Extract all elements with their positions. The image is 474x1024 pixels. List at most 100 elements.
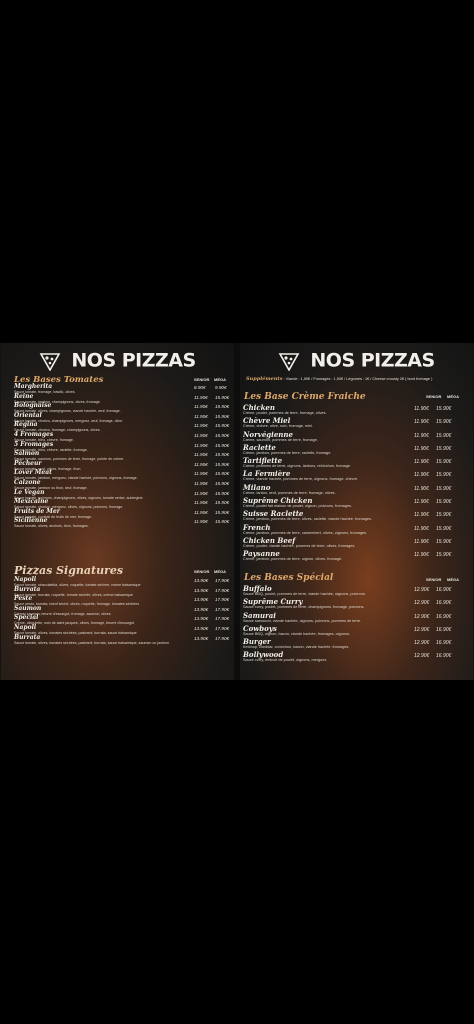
item-name: Raclette bbox=[243, 442, 276, 452]
price-senior: 11.90€ bbox=[414, 445, 429, 452]
title-text: NOS PIZZAS bbox=[310, 349, 435, 372]
price-senior: 11.90€ bbox=[194, 452, 208, 458]
menu-page-left: NOS PIZZAS Les Bases Tomates SENIOR MÉGA… bbox=[1, 343, 234, 680]
price-senior: 11.90€ bbox=[194, 500, 208, 506]
price-senior: 11.90€ bbox=[414, 512, 429, 519]
price-mega: 15.90€ bbox=[215, 471, 230, 477]
price-senior: 11.90€ bbox=[414, 472, 429, 479]
menu-item: Saumon Crème, saumon, beurre d'escargot, … bbox=[14, 605, 230, 616]
item-description: Crème, poulet, pommes de terre, fromage,… bbox=[243, 411, 327, 415]
price-mega: 16.90€ bbox=[436, 626, 452, 633]
item-name: Suisse Raclette bbox=[243, 509, 304, 519]
price-mega: 15.90€ bbox=[215, 452, 230, 458]
menu-item: Spécial Crème, ciboulette, noix de saint … bbox=[14, 615, 230, 626]
price-mega: 15.90€ bbox=[215, 413, 230, 419]
price-mega: 17.90€ bbox=[215, 635, 230, 641]
price-mega: 15.90€ bbox=[436, 419, 452, 426]
price-senior: 11.90€ bbox=[414, 432, 429, 439]
column-header: SENIOR bbox=[426, 577, 442, 582]
menu-item: Napoli Sauce tomate, stracciatella, olive… bbox=[14, 577, 230, 588]
menu-item: Suprême Chicken Crème, poulet fait maison… bbox=[243, 497, 469, 510]
item-description: Crème, jambon, pommes de terre, olives, … bbox=[243, 517, 372, 522]
price-mega: 15.90€ bbox=[436, 459, 452, 466]
item-description: Sauce BBQ, poulet, pommes de terre, vian… bbox=[243, 592, 366, 596]
price-mega: 17.90€ bbox=[215, 625, 230, 631]
menu-item: Chicken Beef Crème, poulet, viande hachée… bbox=[243, 537, 469, 550]
menu-item: Napoli Sauce tomate, olives, tomates séch… bbox=[14, 624, 230, 635]
menu-item: Suisse Raclette Crème, jambon, pommes de … bbox=[243, 510, 469, 523]
price-senior: 13.90€ bbox=[194, 616, 209, 622]
price-mega: 15.90€ bbox=[436, 406, 452, 412]
price-mega: 15.90€ bbox=[215, 442, 230, 448]
price-mega: 15.90€ bbox=[215, 519, 230, 525]
menu-item: French Crème, jambon, pommes de terre, ca… bbox=[243, 524, 469, 537]
pizza-slice-icon bbox=[278, 352, 300, 371]
item-description: Crème, saumon, pommes de terre, fromage. bbox=[243, 437, 318, 442]
item-name: Paysanne bbox=[243, 549, 280, 559]
price-senior: 11.90€ bbox=[194, 490, 208, 496]
item-description: Crème, chèvre, olive, noix, fromage, mie… bbox=[243, 424, 314, 429]
price-senior: 11.90€ bbox=[194, 432, 208, 438]
price-senior: 11.90€ bbox=[414, 419, 429, 426]
menu-item: Paysanne Crème, jambon, pommes de terre, … bbox=[243, 550, 469, 563]
section-heading: Les Base Crème Fraiche bbox=[244, 392, 366, 402]
item-name: Burger bbox=[243, 637, 271, 647]
price-mega: 16.90€ bbox=[436, 653, 452, 660]
price-senior: 11.90€ bbox=[414, 538, 429, 545]
price-senior: 11.90€ bbox=[414, 525, 429, 532]
menu-item: Buffalo Sauce BBQ, poulet, pommes de terr… bbox=[243, 585, 469, 598]
item-name: Buffalo bbox=[243, 584, 272, 593]
price-mega: 9.90€ bbox=[215, 385, 227, 390]
price-mega: 15.90€ bbox=[215, 423, 230, 429]
column-header: SENIOR bbox=[194, 569, 210, 574]
price-mega: 17.90€ bbox=[215, 597, 230, 603]
item-name: La Fermière bbox=[243, 469, 291, 479]
menu-item: Bolognaise Sauce tomate, olives, champign… bbox=[14, 403, 230, 414]
menu-item: Calzone Sauce tomate, jambon ou thon, œuf… bbox=[14, 479, 230, 490]
menu-item: Chèvre Miel Crème, chèvre, olive, noix, f… bbox=[243, 417, 469, 430]
column-header: MÉGA bbox=[214, 569, 226, 574]
price-mega: 15.90€ bbox=[436, 538, 452, 545]
menu-list: Chicken Crème, poulet, pommes de terre, f… bbox=[243, 404, 469, 564]
price-mega: 15.90€ bbox=[215, 461, 230, 467]
item-description: Ketchup, cheddar, cornichon, bacon, vian… bbox=[243, 645, 350, 650]
column-header: SENIOR bbox=[426, 394, 442, 399]
item-name: Chicken bbox=[243, 403, 275, 412]
item-name: Suprême Curry bbox=[243, 597, 303, 607]
price-senior: 11.90€ bbox=[414, 552, 429, 559]
price-senior: 11.90€ bbox=[414, 485, 429, 492]
price-senior: 11.90€ bbox=[414, 499, 429, 506]
item-name: Tartiflette bbox=[243, 456, 283, 466]
price-senior: 11.90€ bbox=[194, 509, 208, 515]
price-mega: 15.90€ bbox=[215, 404, 230, 410]
price-mega: 16.90€ bbox=[436, 640, 452, 647]
menu-item: Lover Meat Sauce tomate, jambon, merguez,… bbox=[14, 470, 230, 481]
menu-item: Tartiflette Crème, pommes de terre, oigno… bbox=[243, 457, 469, 470]
price-senior: 13.90€ bbox=[194, 635, 209, 641]
price-mega: 15.90€ bbox=[436, 512, 452, 519]
price-mega: 17.90€ bbox=[215, 578, 230, 583]
item-description: Crème, poulet fait maison de poulet, oig… bbox=[243, 504, 352, 509]
page-title: NOS PIZZAS bbox=[1, 348, 234, 373]
column-header: MÉGA bbox=[447, 394, 459, 399]
price-mega: 15.90€ bbox=[436, 432, 452, 439]
menu-item: Salmon Sauce tomate, saumon, pommes de te… bbox=[14, 451, 230, 462]
menu-item: Oriental Sauce tomate, chorizo, champigno… bbox=[14, 412, 230, 423]
menu-item: Chicken Crème, poulet, pommes de terre, f… bbox=[243, 404, 469, 417]
menu-item: Burger Ketchup, cheddar, cornichon, bacon… bbox=[243, 638, 469, 651]
menu-item: Sicilienne Sauce tomate, olives, anchois,… bbox=[14, 518, 230, 529]
price-senior: 13.90€ bbox=[194, 587, 209, 593]
menu-item: Peste Sauce pesto, burrata, bœuf séché, o… bbox=[14, 596, 230, 607]
price-senior: 12.90€ bbox=[414, 640, 430, 647]
item-description: Sauce tomate, olives, tomates séchées, p… bbox=[14, 640, 170, 645]
price-senior: 12.90€ bbox=[414, 626, 430, 633]
price-mega: 15.90€ bbox=[436, 525, 452, 532]
price-senior: 11.90€ bbox=[194, 519, 208, 525]
item-description: Sauce curry, poulet, pommes de terre, ch… bbox=[243, 605, 365, 610]
item-description: Crème, viande hachée, pommes de terre, o… bbox=[243, 477, 359, 482]
item-description: Crème, jambon, pommes de terre, camember… bbox=[243, 530, 368, 535]
item-description: Crème, poulet, viande hachée, pommes de … bbox=[243, 543, 356, 548]
price-senior: 11.90€ bbox=[194, 471, 208, 477]
menu-item: 5 Fromages Sauce tomate, bleu, chèvre, ra… bbox=[14, 441, 230, 452]
page-title: NOS PIZZAS bbox=[240, 348, 473, 373]
